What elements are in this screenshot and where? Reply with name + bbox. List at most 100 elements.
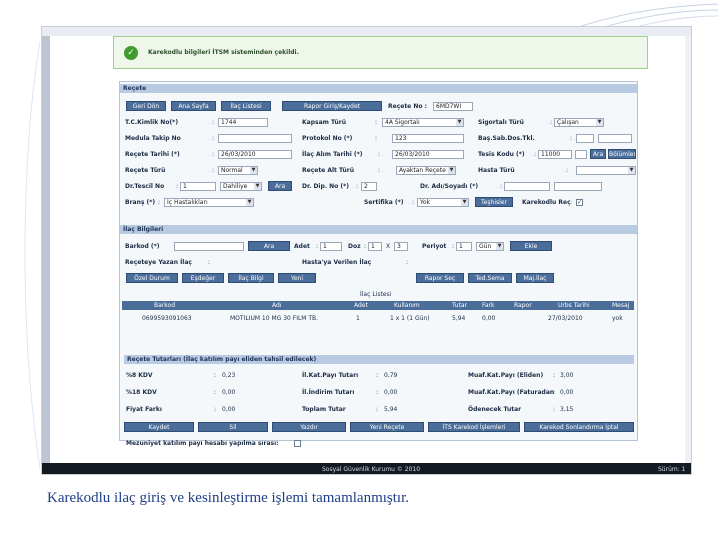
- barkod-label: Barkod (*): [125, 243, 160, 250]
- add-drug-button[interactable]: Ekle: [510, 241, 552, 251]
- report-save-button[interactable]: Rapor Giriş/Kaydet: [282, 101, 382, 111]
- column-header: Fark: [482, 302, 495, 309]
- recete-turu-select[interactable]: Normal ▼: [218, 166, 258, 175]
- brans-select[interactable]: İç Hastalıkları ▼: [164, 198, 254, 207]
- sigortali-turu-select[interactable]: Çalışan ▼: [554, 118, 604, 127]
- dr-adi-input[interactable]: [504, 182, 550, 191]
- kapsam-turu-value: 4A Sigortalı: [385, 119, 420, 126]
- delete-button[interactable]: Sil: [198, 422, 268, 432]
- total-value: 0,23: [222, 372, 236, 379]
- home-button[interactable]: Ana Sayfa: [171, 101, 216, 111]
- total-label: Fiyat Farkı: [126, 406, 162, 413]
- sigortali-turu-label: Sigortalı Türü: [478, 119, 524, 126]
- bas-sab-dos-input-1[interactable]: [576, 134, 594, 143]
- doz-label: Doz: [348, 243, 361, 250]
- drug-table-header: Barkod Adı Adet Kullanım Tutar Fark Rapo…: [122, 301, 634, 310]
- totals-section-header: Reçete Tutarları (İlaç katılım payı elid…: [124, 355, 634, 364]
- special-case-button[interactable]: Özel Durum: [126, 273, 178, 283]
- bas-sab-dos-input-2[interactable]: [598, 134, 632, 143]
- total-label: %18 KDV: [126, 389, 157, 396]
- barkod-input[interactable]: [174, 242, 244, 251]
- tc-kimlik-input[interactable]: 1744: [218, 118, 268, 127]
- total-value: 0,00: [222, 389, 236, 396]
- tesis-kodu-extra[interactable]: [575, 150, 587, 159]
- total-label: Ödenecek Tutar: [468, 406, 522, 413]
- app-footer: Sosyal Güvenlik Kurumu © 2010 Sürüm: 1: [42, 463, 691, 474]
- recete-no-value: 6MD7WI: [433, 102, 473, 111]
- ilac-alim-tarihi-label: İlaç Alım Tarihi (*): [302, 151, 363, 158]
- dr-soyadi-input[interactable]: [554, 182, 602, 191]
- save-button[interactable]: Kaydet: [124, 422, 194, 432]
- dr-adi-label: Dr. Adı/Soyadı (*): [420, 183, 479, 190]
- total-value: 3,15: [560, 406, 574, 413]
- recete-turu-value: Normal: [221, 167, 243, 174]
- dr-dip-input[interactable]: 2: [361, 182, 377, 191]
- bottom-checkbox[interactable]: [294, 440, 301, 447]
- medula-takip-input[interactable]: [218, 134, 292, 143]
- tesis-search-button[interactable]: Ara: [590, 149, 606, 159]
- equivalent-button[interactable]: Eşdeğer: [182, 273, 224, 283]
- its-karekod-button[interactable]: İTS Karekod İşlemleri: [428, 422, 520, 432]
- karekod-cancel-button[interactable]: Karekod Sonlandırma İptal: [524, 422, 634, 432]
- dr-tescil-label: Dr.Tescil No: [125, 183, 165, 190]
- total-label: İl.İndirim Tutarı: [302, 389, 355, 396]
- ted-sema-button[interactable]: Ted.Sema: [468, 273, 512, 283]
- decorative-swoosh-left: [24, 41, 41, 469]
- new-drug-button[interactable]: Yeni: [278, 273, 316, 283]
- dr-brans-select[interactable]: Dahiliye ▼: [220, 182, 262, 191]
- chevron-down-icon: ▼: [456, 119, 463, 126]
- periyot-unit-value: Gün: [479, 243, 492, 250]
- recete-section-header: Reçete: [120, 84, 637, 93]
- new-recete-button[interactable]: Yeni Reçete: [350, 422, 424, 432]
- table-row[interactable]: 0699593091063 MOTILIUM 10 MG 30 FILM TB.…: [122, 314, 634, 323]
- chevron-down-icon: ▼: [254, 183, 261, 190]
- sertifika-select[interactable]: Yok ▼: [417, 198, 469, 207]
- total-value: 5,94: [384, 406, 398, 413]
- dr-tescil-input[interactable]: 1: [180, 182, 216, 191]
- diagnoses-button[interactable]: Teşhisler: [475, 197, 513, 207]
- column-header: Adı: [272, 302, 282, 309]
- drug-info-button[interactable]: İlaç Bilgi: [228, 273, 274, 283]
- recete-turu-label: Reçete Türü: [125, 167, 166, 174]
- back-button[interactable]: Geri Dön: [126, 101, 166, 111]
- doz-input-2[interactable]: 3: [394, 242, 408, 251]
- chevron-down-icon: ▼: [461, 199, 468, 206]
- doctor-search-button[interactable]: Ara: [268, 181, 292, 191]
- protokol-no-input[interactable]: 123: [392, 134, 464, 143]
- periyot-input[interactable]: 1: [456, 242, 472, 251]
- brans-value: İç Hastalıkları: [167, 199, 208, 206]
- kapsam-turu-select[interactable]: 4A Sigortalı ▼: [382, 118, 464, 127]
- table-cell: 27/03/2010: [548, 315, 583, 322]
- top-ribbon: [42, 27, 691, 36]
- barkod-search-button[interactable]: Ara: [248, 241, 290, 251]
- tesis-kodu-input[interactable]: 11000: [538, 150, 572, 159]
- maj-ilac-button[interactable]: Maj.İlaç: [516, 273, 554, 283]
- footer-version: Sürüm: 1: [658, 466, 686, 473]
- slide-caption: Karekodlu ilaç giriş ve kesinleştirme iş…: [47, 490, 409, 506]
- karekodlu-recete-label: Karekodlu Reçete: [522, 199, 570, 206]
- select-report-button[interactable]: Rapor Seç: [416, 273, 464, 283]
- tc-kimlik-label: T.C.Kimlik No(*): [125, 119, 179, 126]
- karekodlu-recete-checkbox[interactable]: ✓: [576, 199, 583, 206]
- departments-button[interactable]: Bölümler: [608, 149, 636, 159]
- column-header: Kullanım: [394, 302, 420, 309]
- adet-input[interactable]: 1: [320, 242, 342, 251]
- ilac-section-header: İlaç Bilgileri: [120, 225, 637, 234]
- ilac-alim-tarihi-input[interactable]: 26/03/2010: [392, 150, 464, 159]
- periyot-unit-select[interactable]: Gün ▼: [476, 242, 504, 251]
- drug-list-button[interactable]: İlaç Listesi: [221, 101, 271, 111]
- recete-alt-turu-label: Reçete Alt Türü: [302, 167, 355, 174]
- recete-alt-turu-select[interactable]: Ayaktan Reçete ▼: [396, 166, 456, 175]
- recete-tarihi-input[interactable]: 26/03/2010: [218, 150, 292, 159]
- print-button[interactable]: Yazdır: [272, 422, 346, 432]
- column-header: Rapor: [514, 302, 532, 309]
- total-value: 0,00: [222, 406, 236, 413]
- bas-sab-dos-label: Baş.Sab.Dos.Tkl.: [478, 135, 535, 142]
- hasta-turu-select[interactable]: ▼: [576, 166, 636, 175]
- column-header: Adet: [354, 302, 368, 309]
- success-alert-message: Karekodlu bilgileri İTSM sisteminden çek…: [148, 49, 299, 56]
- success-alert: ✓ Karekodlu bilgileri İTSM sisteminden ç…: [113, 36, 648, 69]
- tesis-kodu-label: Tesis Kodu (*): [478, 151, 525, 158]
- total-value: 3,00: [560, 372, 574, 379]
- doz-input-1[interactable]: 1: [368, 242, 382, 251]
